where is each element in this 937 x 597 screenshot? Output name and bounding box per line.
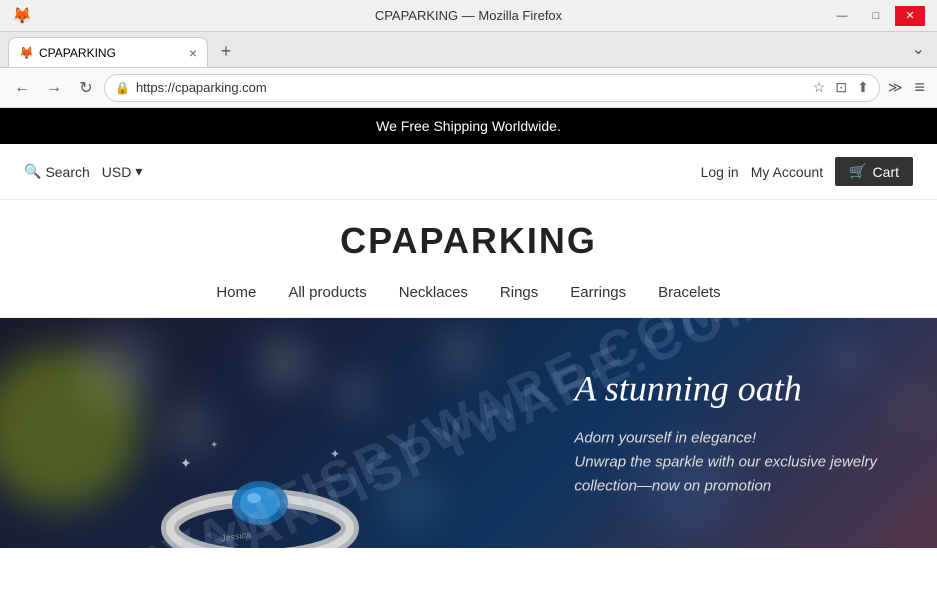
nav-item-home[interactable]: Home: [216, 284, 256, 301]
maximize-button[interactable]: □: [861, 6, 891, 26]
search-icon: 🔍: [24, 163, 41, 180]
hero-text: A stunning oath Adorn yourself in elegan…: [574, 367, 877, 498]
svg-text:✦: ✦: [180, 455, 192, 471]
browser-titlebar: 🦊 CPAPARKING — Mozilla Firefox — □ ✕: [0, 0, 937, 32]
window-controls: — □ ✕: [827, 6, 925, 26]
nav-item-earrings[interactable]: Earrings: [570, 284, 626, 301]
tab-label: CPAPARKING: [39, 46, 183, 60]
site-title-section: CPAPARKING: [0, 200, 937, 272]
search-button[interactable]: 🔍 Search: [24, 163, 90, 180]
hero-ring-image: ✦ ✦ ✦ Jessica: [120, 368, 400, 548]
hero-subtext-line3: collection—now on promotion: [574, 478, 771, 495]
active-tab[interactable]: 🦊 CPAPARKING ×: [8, 37, 208, 67]
svg-text:Jessica: Jessica: [219, 529, 251, 543]
svg-text:✦: ✦: [330, 447, 340, 461]
browser-navbar: ← → ↻ 🔒 https://cpaparking.com ☆ ⊡ ⬆ ≫ ≡: [0, 68, 937, 108]
announcement-bar: We Free Shipping Worldwide.: [0, 108, 937, 144]
extensions-button[interactable]: ≫: [884, 75, 907, 100]
nav-item-necklaces[interactable]: Necklaces: [399, 284, 468, 301]
new-tab-button[interactable]: +: [212, 37, 240, 65]
forward-button[interactable]: →: [40, 74, 68, 102]
announcement-text: We Free Shipping Worldwide.: [376, 118, 561, 134]
bookmark-icon[interactable]: ☆: [813, 79, 826, 96]
pocket-icon[interactable]: ⊡: [835, 79, 847, 96]
url-text: https://cpaparking.com: [136, 80, 803, 95]
back-button[interactable]: ←: [8, 74, 36, 102]
cart-icon: 🛒: [849, 163, 866, 180]
hero-section: ✦ ✦ ✦ Jessica A stunning oath Adorn your…: [0, 318, 937, 548]
nav-item-bracelets[interactable]: Bracelets: [658, 284, 721, 301]
search-label: Search: [45, 164, 89, 180]
currency-selector[interactable]: USD ▾: [102, 163, 143, 180]
cart-label: Cart: [873, 164, 899, 180]
hero-subtext-line2: Unwrap the sparkle with our exclusive je…: [574, 454, 877, 471]
currency-label: USD: [102, 164, 132, 180]
lock-icon: 🔒: [115, 81, 130, 95]
browser-title: CPAPARKING — Mozilla Firefox: [375, 8, 562, 23]
tab-list-button[interactable]: ⌄: [908, 35, 929, 63]
address-bar[interactable]: 🔒 https://cpaparking.com ☆ ⊡ ⬆: [104, 74, 880, 102]
site-title: CPAPARKING: [0, 220, 937, 262]
minimize-button[interactable]: —: [827, 6, 857, 26]
tab-close-icon[interactable]: ×: [189, 45, 197, 61]
hero-subtext-line1: Adorn yourself in elegance!: [574, 430, 756, 447]
reload-button[interactable]: ↻: [72, 74, 100, 102]
browser-tabbar: 🦊 CPAPARKING × + ⌄: [0, 32, 937, 68]
svg-text:✦: ✦: [210, 440, 218, 451]
site-header: 🔍 Search USD ▾ Log in My Account 🛒 Cart: [0, 144, 937, 200]
firefox-icon: 🦊: [12, 6, 32, 26]
hero-headline: A stunning oath: [574, 367, 877, 410]
nav-item-rings[interactable]: Rings: [500, 284, 538, 301]
tab-favicon: 🦊: [19, 46, 33, 60]
hero-subtext: Adorn yourself in elegance! Unwrap the s…: [574, 427, 877, 499]
account-link[interactable]: My Account: [751, 164, 823, 180]
header-right: Log in My Account 🛒 Cart: [701, 157, 913, 186]
nav-item-all-products[interactable]: All products: [288, 284, 366, 301]
currency-arrow-icon: ▾: [135, 163, 142, 180]
website-content: We Free Shipping Worldwide. 🔍 Search USD…: [0, 108, 937, 597]
login-link[interactable]: Log in: [701, 164, 739, 180]
share-icon[interactable]: ⬆: [857, 79, 869, 96]
close-button[interactable]: ✕: [895, 6, 925, 26]
site-nav: Home All products Necklaces Rings Earrin…: [0, 272, 937, 318]
menu-button[interactable]: ≡: [910, 73, 929, 102]
cart-button[interactable]: 🛒 Cart: [835, 157, 913, 186]
